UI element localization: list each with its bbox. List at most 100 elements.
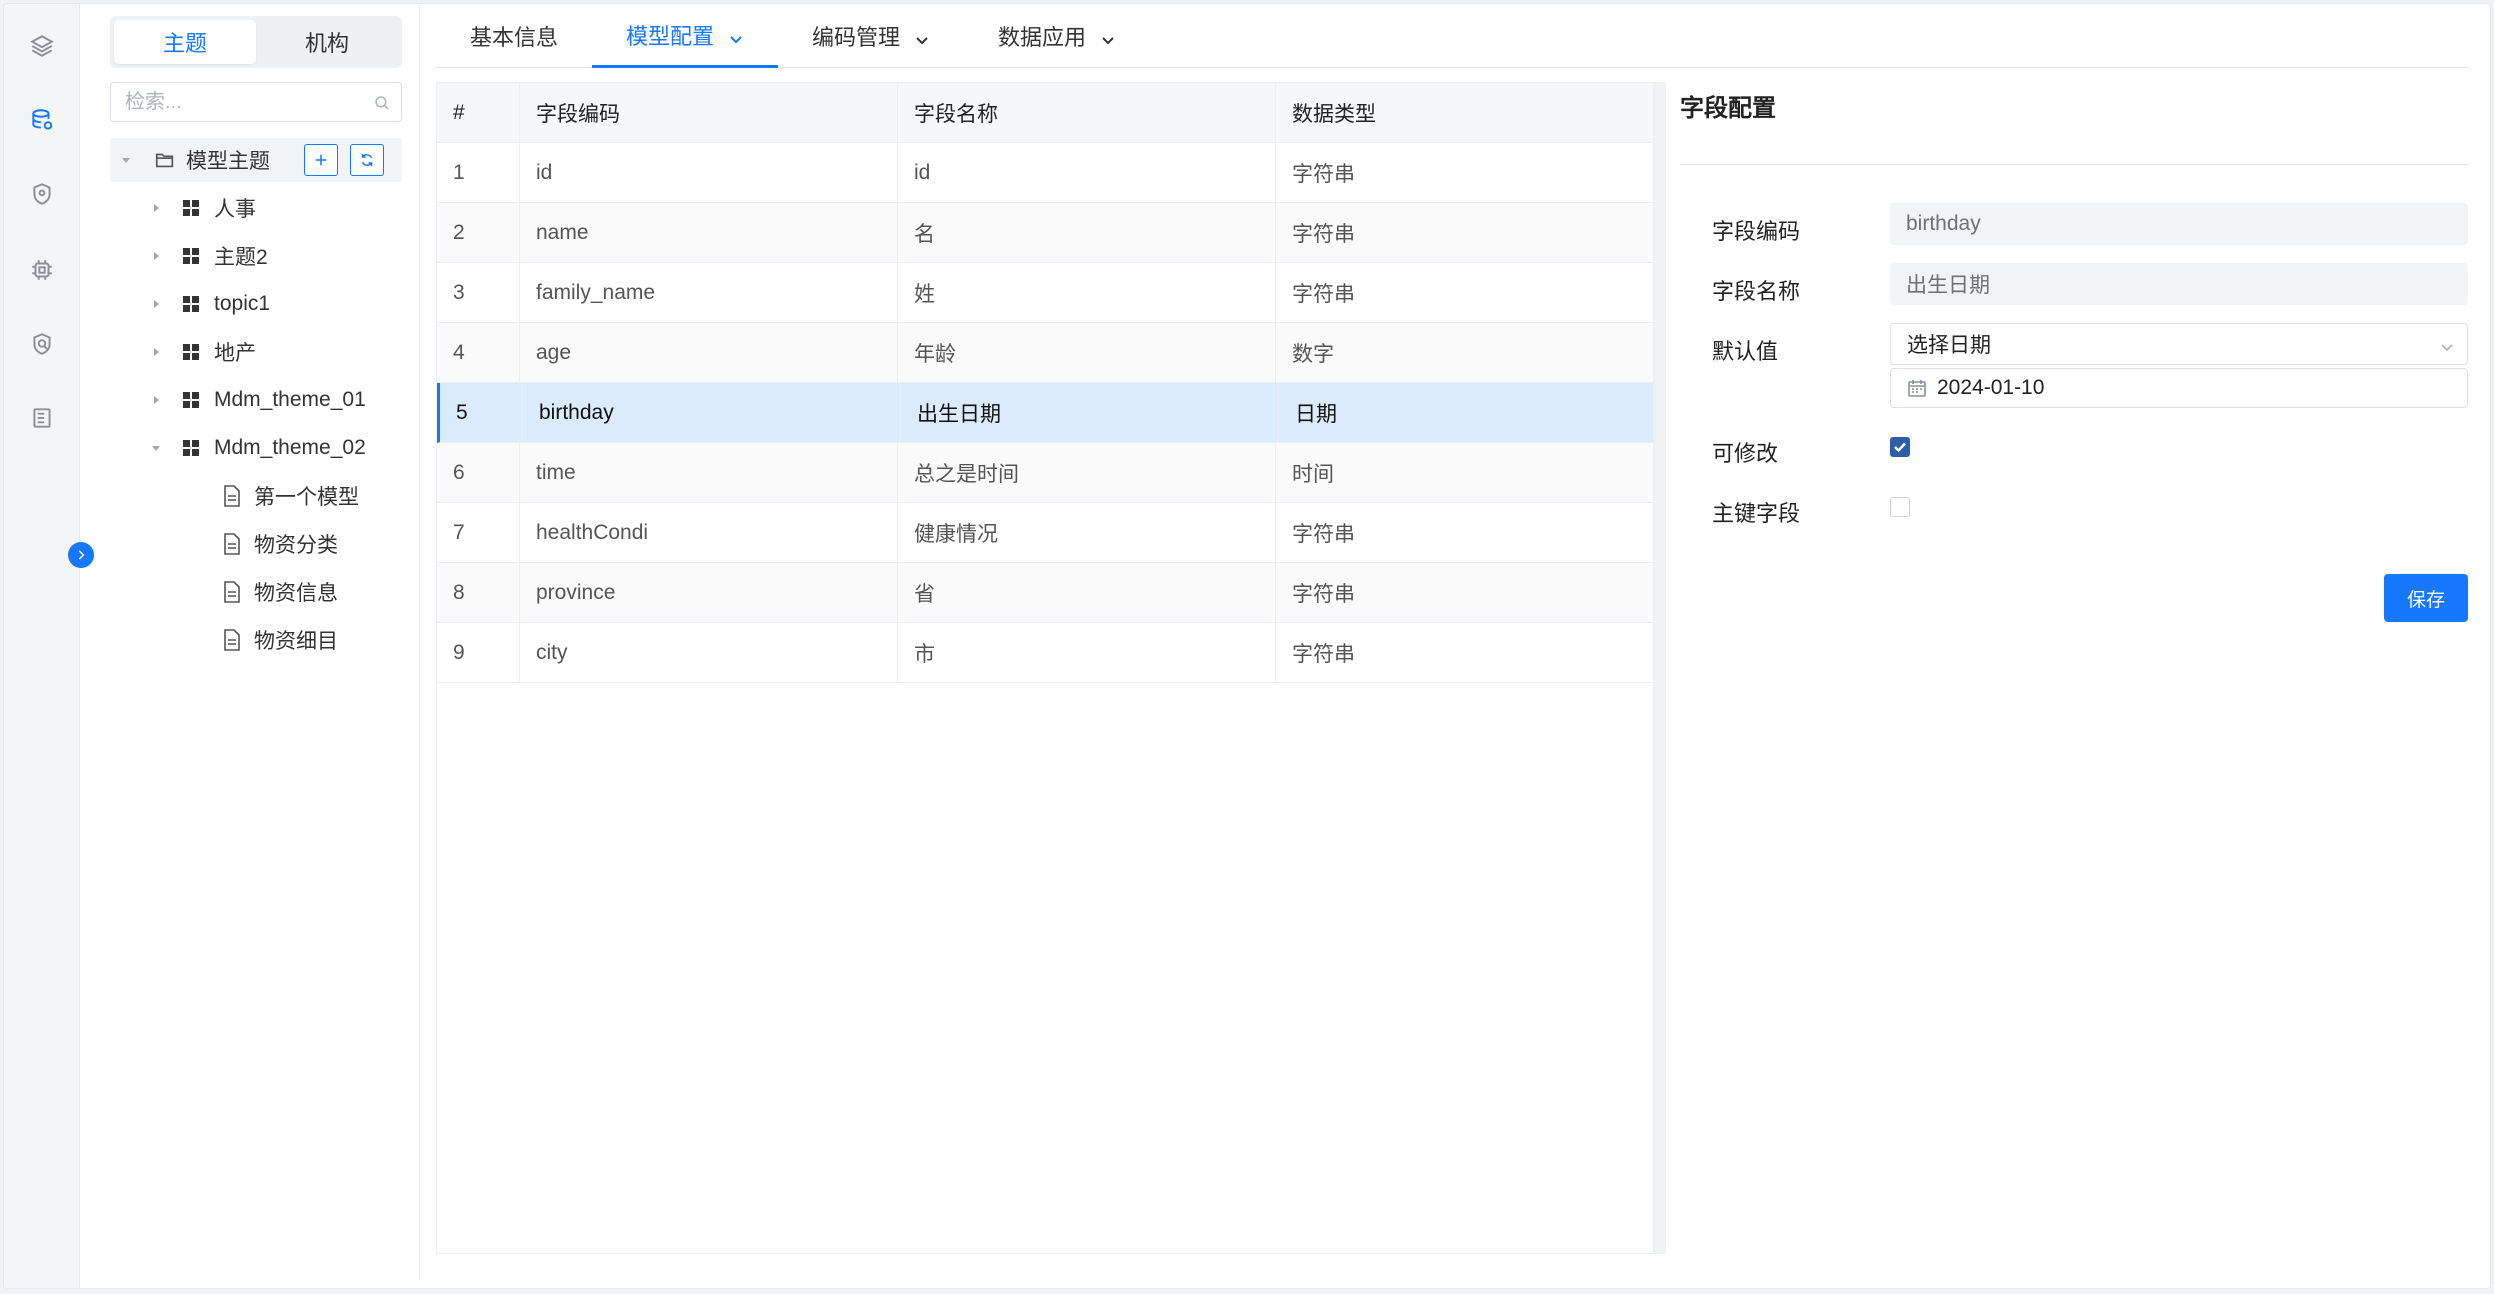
cell-data-type: 字符串 <box>1292 642 1355 666</box>
grid-icon <box>182 247 200 265</box>
cell-data-type: 日期 <box>1295 402 1337 426</box>
table-row[interactable]: 8 province 省 字符串 <box>437 563 1653 623</box>
cell-index: 8 <box>437 563 520 622</box>
tree-node[interactable]: topic1 <box>148 284 270 324</box>
default-select-value: 选择日期 <box>1907 334 1991 357</box>
refresh-icon <box>361 154 373 166</box>
document-list-icon[interactable] <box>24 400 60 436</box>
caret-down-icon[interactable] <box>118 152 134 168</box>
cell-data-type: 字符串 <box>1292 282 1355 306</box>
panel-splitter[interactable] <box>1654 82 1666 1254</box>
editable-checkbox[interactable] <box>1890 437 1910 457</box>
cell-index: 9 <box>437 623 520 682</box>
tree-leaf-label: 第一个模型 <box>254 486 359 509</box>
caret-right-icon[interactable] <box>148 248 164 264</box>
cell-field-name: 省 <box>898 563 1276 622</box>
caret-right-icon[interactable] <box>148 392 164 408</box>
tree-node-label: 地产 <box>214 342 256 365</box>
tree-node[interactable]: 地产 <box>148 332 256 372</box>
tab-data-application[interactable]: 数据应用 <box>964 4 1150 68</box>
chevron-down-icon <box>728 27 744 43</box>
cell-data-type: 字符串 <box>1292 162 1355 186</box>
table-row[interactable]: 4 age 年龄 数字 <box>437 323 1653 383</box>
tree-node-label: topic1 <box>214 292 271 315</box>
shield-location-icon[interactable] <box>24 176 60 212</box>
cell-data-type: 时间 <box>1292 462 1334 486</box>
table-row[interactable]: 7 healthCondi 健康情况 字符串 <box>437 503 1653 563</box>
cell-index: 3 <box>437 263 520 322</box>
tree-node[interactable]: 人事 <box>148 188 256 228</box>
tab-basic-info[interactable]: 基本信息 <box>436 4 592 68</box>
cell-field-code: province <box>520 563 898 622</box>
field-name-input[interactable]: 出生日期 <box>1890 263 2468 305</box>
table-row[interactable]: 2 name 名 字符串 <box>437 203 1653 263</box>
tab-bar: 基本信息 模型配置 编码管理 数据应用 <box>436 4 2468 68</box>
check-icon <box>1894 442 1906 453</box>
tree-search <box>110 82 402 122</box>
expand-sidebar-button[interactable] <box>68 542 94 568</box>
cell-field-name: 姓 <box>898 263 1276 322</box>
tree-node[interactable]: Mdm_theme_01 <box>148 380 366 420</box>
table-row[interactable]: 9 city 市 字符串 <box>437 623 1653 683</box>
app-window: 主题 机构 模型主题 人事 <box>3 3 2491 1289</box>
layers-icon[interactable] <box>24 28 60 64</box>
chevron-down-icon <box>1100 28 1116 45</box>
table-row[interactable]: 1 id id 字符串 <box>437 143 1653 203</box>
tree-root-label: 模型主题 <box>186 150 270 173</box>
document-icon <box>222 485 242 507</box>
plus-icon <box>315 154 327 166</box>
default-value-select[interactable]: 选择日期 <box>1890 323 2468 365</box>
cell-field-code: age <box>520 323 898 382</box>
shield-check-icon[interactable] <box>24 326 60 362</box>
tree-node[interactable]: 主题2 <box>148 236 268 276</box>
tree-node[interactable]: Mdm_theme_02 <box>148 428 366 468</box>
cell-data-type: 字符串 <box>1292 522 1355 546</box>
header-field-code: 字段编码 <box>520 83 898 142</box>
save-button[interactable]: 保存 <box>2384 574 2468 622</box>
tab-label: 模型配置 <box>625 23 714 49</box>
table-row[interactable]: 3 family_name 姓 字符串 <box>437 263 1653 323</box>
cell-field-name: 出生日期 <box>901 383 1279 442</box>
default-value-label: 默认值 <box>1712 339 1779 364</box>
tree-node-label: 主题2 <box>214 246 268 269</box>
segment-organization[interactable]: 机构 <box>256 20 398 64</box>
cell-index: 4 <box>437 323 520 382</box>
cell-index: 6 <box>437 443 520 502</box>
tab-label: 编码管理 <box>811 25 900 50</box>
document-icon <box>222 533 242 555</box>
cell-field-code: id <box>520 143 898 202</box>
field-code-label: 字段编码 <box>1712 219 1801 244</box>
grid-icon <box>182 343 200 361</box>
caret-right-icon[interactable] <box>148 200 164 216</box>
tab-code-management[interactable]: 编码管理 <box>778 4 964 68</box>
default-date-picker[interactable]: 2024-01-10 <box>1890 368 2468 408</box>
caret-down-icon[interactable] <box>148 440 164 456</box>
refresh-tree-button[interactable] <box>350 144 384 176</box>
chip-icon[interactable] <box>24 252 60 288</box>
table-row-selected[interactable]: 5 birthday 出生日期 日期 <box>437 383 1653 443</box>
tree-leaf[interactable]: 第一个模型 <box>222 476 359 516</box>
tree-leaf-label: 物资分类 <box>254 534 338 557</box>
caret-right-icon[interactable] <box>148 296 164 312</box>
add-topic-button[interactable] <box>304 144 338 176</box>
search-input[interactable] <box>111 83 401 121</box>
table-row[interactable]: 6 time 总之是时间 时间 <box>437 443 1653 503</box>
cell-field-code: family_name <box>520 263 898 322</box>
field-code-input[interactable]: birthday <box>1890 203 2468 245</box>
tab-model-config[interactable]: 模型配置 <box>592 4 778 68</box>
cell-field-code: name <box>520 203 898 262</box>
divider <box>1680 164 2468 165</box>
cell-field-code: birthday <box>523 383 901 442</box>
database-icon[interactable] <box>24 102 60 138</box>
caret-right-icon[interactable] <box>148 344 164 360</box>
primary-key-checkbox[interactable] <box>1890 497 1910 517</box>
grid-icon <box>182 439 200 457</box>
tree-root-node[interactable]: 模型主题 <box>110 138 402 182</box>
tree-leaf[interactable]: 物资细目 <box>222 620 338 660</box>
tree-leaf[interactable]: 物资分类 <box>222 524 338 564</box>
segment-topic[interactable]: 主题 <box>114 20 256 64</box>
document-icon <box>222 581 242 603</box>
grid-icon <box>182 199 200 217</box>
grid-icon <box>182 391 200 409</box>
tree-leaf[interactable]: 物资信息 <box>222 572 338 612</box>
